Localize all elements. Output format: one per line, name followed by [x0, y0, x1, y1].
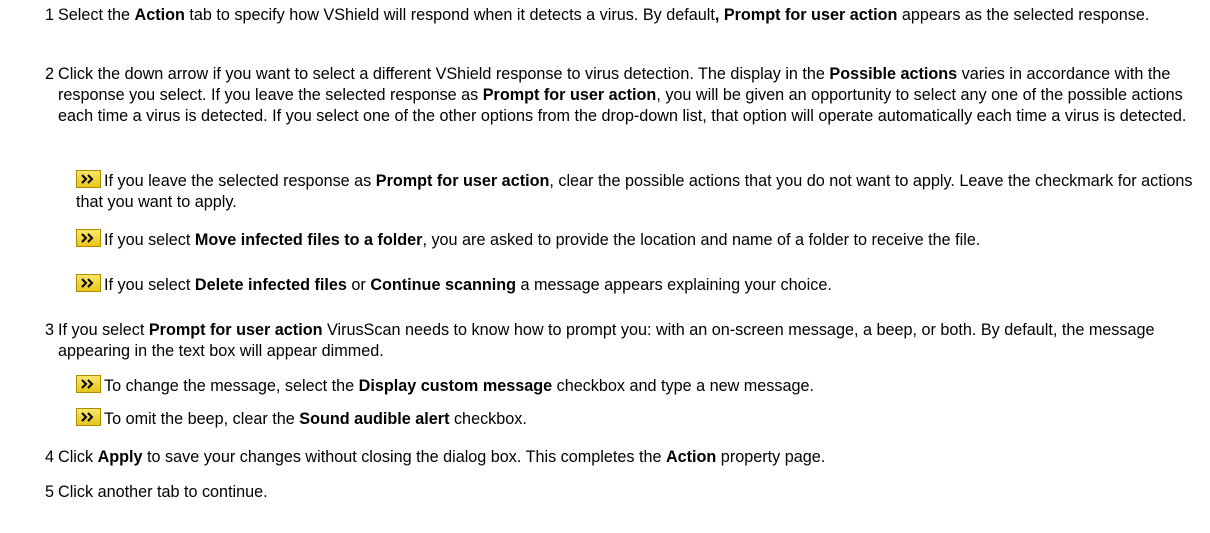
bold-term: , Prompt for user action [714, 6, 898, 24]
sub-text: To change the message, select the Displa… [104, 377, 814, 395]
step-text: If you select Prompt for user action Vir… [58, 320, 1200, 362]
step-text: Click another tab to continue. [58, 482, 1200, 503]
text-run: Click [58, 448, 98, 466]
sub-item: To omit the beep, clear the Sound audibl… [76, 408, 1196, 430]
text-run: If you select [58, 321, 149, 339]
text-run: tab to specify how VShield will respond … [184, 6, 715, 24]
sub-text: To omit the beep, clear the Sound audibl… [104, 410, 527, 428]
chevron-right-icon [76, 229, 101, 247]
text-run: Select the [58, 6, 135, 24]
bold-term: Prompt for user action [148, 321, 323, 339]
bold-term: Action [665, 448, 717, 466]
chevron-right-icon [76, 170, 101, 188]
sub-item: To change the message, select the Displa… [76, 375, 1196, 397]
bold-term: Prompt for user action [482, 86, 657, 104]
step-number: 3 [44, 321, 54, 339]
text-run: property page. [716, 448, 826, 466]
text-run: If you select [104, 276, 195, 294]
text-run: To omit the beep, clear the [104, 410, 300, 428]
bold-term: Display custom message [358, 377, 553, 395]
step-number: 5 [44, 483, 54, 501]
text-run: , you are asked to provide the location … [422, 231, 981, 249]
bold-term: Sound audible alert [299, 410, 450, 428]
text-run: appears as the selected response. [897, 6, 1150, 24]
text-run: or [346, 276, 371, 294]
step-text: Click the down arrow if you want to sele… [58, 64, 1200, 127]
chevron-right-icon [76, 408, 101, 426]
bold-term: Delete infected files [194, 276, 347, 294]
text-run: If you select [104, 231, 195, 249]
step-number: 2 [44, 65, 54, 83]
text-run: Click another tab to continue. [58, 483, 268, 501]
sub-text: If you select Move infected files to a f… [104, 231, 980, 249]
sub-item: If you leave the selected response as Pr… [76, 170, 1196, 213]
sub-item: If you select Move infected files to a f… [0, 229, 1203, 251]
bold-term: Prompt for user action [375, 172, 550, 190]
chevron-right-icon [76, 375, 101, 393]
text-run: a message appears explaining your choice… [516, 276, 832, 294]
text-run: to save your changes without closing the… [142, 448, 666, 466]
step-text: Select the Action tab to specify how VSh… [58, 5, 1200, 26]
text-run: checkbox. [449, 410, 527, 428]
sub-text: If you leave the selected response as Pr… [76, 172, 1192, 211]
sub-text: If you select Delete infected files or C… [104, 276, 832, 294]
bold-term: Possible actions [829, 65, 958, 83]
bold-term: Action [134, 6, 185, 24]
bold-term: Apply [97, 448, 143, 466]
text-run: If you leave the selected response as [104, 172, 376, 190]
bold-term: Move infected files to a folder [194, 231, 423, 249]
chevron-right-icon [76, 274, 101, 292]
step-text: Click Apply to save your changes without… [58, 447, 1200, 468]
bold-term: Continue scanning [370, 276, 516, 294]
text-run: To change the message, select the [104, 377, 359, 395]
step-number: 4 [44, 448, 54, 466]
step-number: 1 [44, 6, 54, 24]
text-run: checkbox and type a new message. [552, 377, 814, 395]
text-run: Click the down arrow if you want to sele… [58, 65, 830, 83]
sub-item: If you select Delete infected files or C… [76, 274, 1196, 296]
